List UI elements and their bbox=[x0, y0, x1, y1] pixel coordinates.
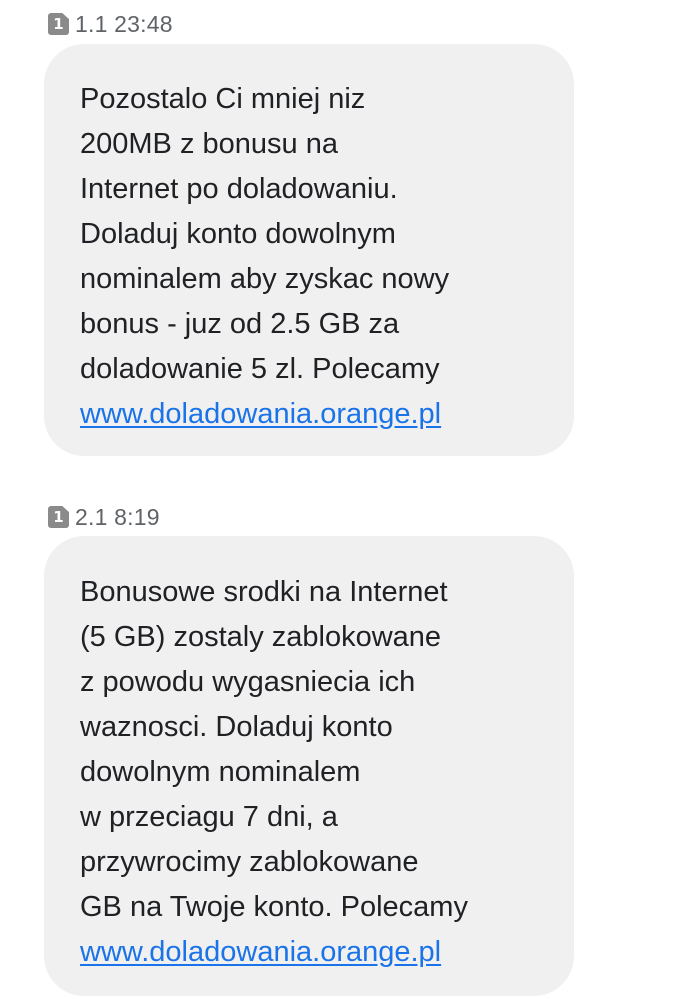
message-text-line: nominalem aby zyskac nowy bbox=[80, 263, 450, 295]
message-link[interactable]: www.doladowania.orange.pl bbox=[80, 398, 441, 430]
message-link[interactable]: www.doladowania.orange.pl bbox=[80, 936, 441, 968]
message-text-line: 200MB z bonusu na bbox=[80, 128, 338, 160]
message-text-line: Internet po doladowaniu. bbox=[80, 173, 398, 205]
message-header: 1 1.1 23:48 bbox=[48, 10, 173, 38]
message-text-line: GB na Twoje konto. Polecamy bbox=[80, 891, 468, 923]
message-text-line: bonus - juz od 2.5 GB za bbox=[80, 308, 400, 340]
message-bubble[interactable]: Pozostalo Ci mniej niz 200MB z bonusu na… bbox=[44, 44, 574, 456]
message-text-line: Bonusowe srodki na Internet bbox=[80, 576, 448, 608]
message-text-line: Doladuj konto dowolnym bbox=[80, 218, 396, 250]
message-text-line: dowolnym nominalem bbox=[80, 756, 361, 788]
message-text-line: Pozostalo Ci mniej niz bbox=[80, 83, 366, 115]
message-header: 1 2.1 8:19 bbox=[48, 503, 160, 531]
message-text-line: z powodu wygasniecia ich bbox=[80, 666, 416, 698]
message-timestamp: 2.1 8:19 bbox=[75, 504, 160, 530]
message-text-line: doladowanie 5 zl. Polecamy bbox=[80, 353, 440, 385]
message-text-line: przywrocimy zablokowane bbox=[80, 846, 419, 878]
sim-card-icon: 1 bbox=[48, 506, 69, 528]
message-bubble[interactable]: Bonusowe srodki na Internet (5 GB) zosta… bbox=[44, 536, 574, 996]
message-text-line: w przeciagu 7 dni, a bbox=[80, 801, 338, 833]
sim-card-icon: 1 bbox=[48, 13, 69, 35]
message-text-line: (5 GB) zostaly zablokowane bbox=[80, 621, 442, 653]
message-text-line: waznosci. Doladuj konto bbox=[80, 711, 393, 743]
message-timestamp: 1.1 23:48 bbox=[75, 11, 173, 37]
